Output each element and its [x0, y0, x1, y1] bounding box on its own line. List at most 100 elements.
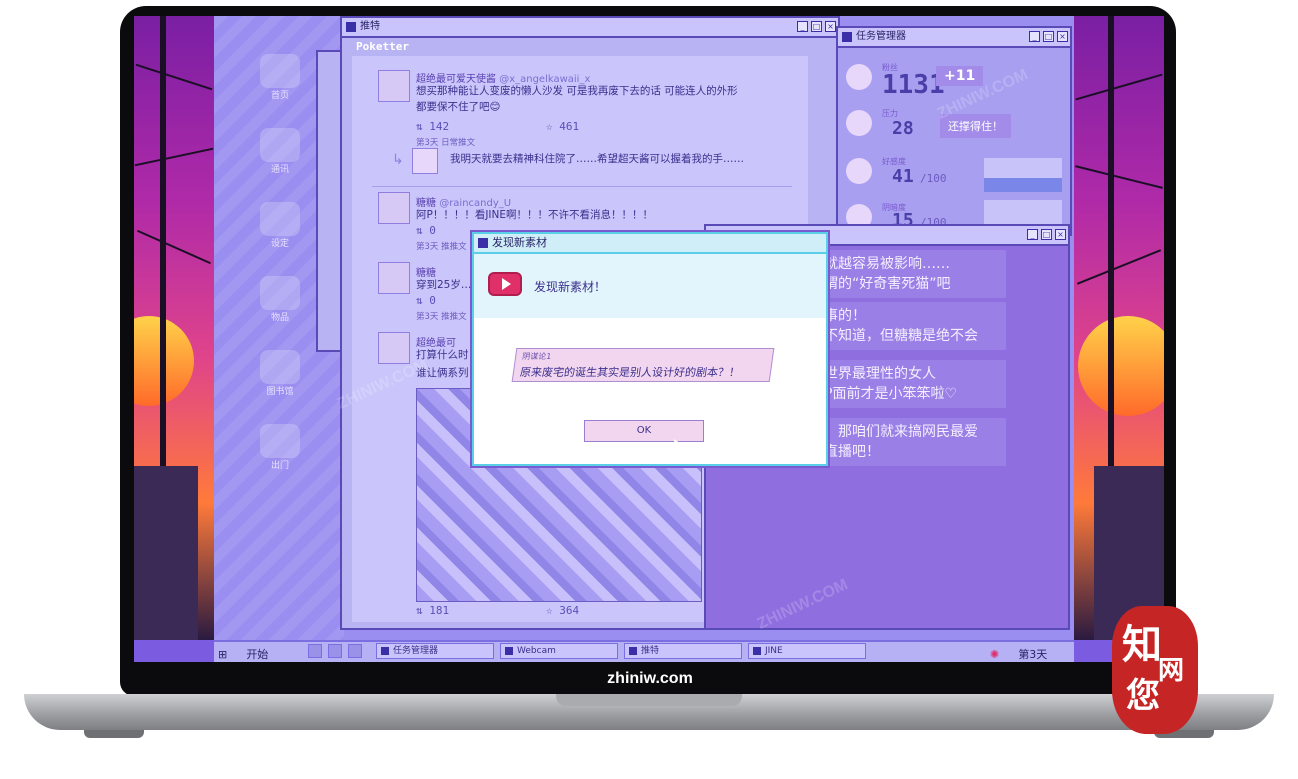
ok-button[interactable]: OK — [584, 420, 704, 442]
avatar — [378, 332, 410, 364]
post-author-name: 超绝最可 — [416, 338, 456, 349]
post-text: 穿到25岁… — [416, 279, 472, 291]
post-text: 都要保不住了吧😊 — [416, 101, 501, 113]
taskbar-item-poketter[interactable]: 推特 — [624, 643, 742, 659]
power-wire — [1076, 249, 1162, 285]
stat-max: /100 — [920, 172, 947, 185]
home-icon — [260, 54, 300, 88]
laptop-foot — [84, 730, 144, 738]
minimize-button[interactable]: _ — [1029, 31, 1040, 42]
star-icon: ☆ — [546, 120, 553, 133]
power-wire — [134, 147, 214, 167]
desktop-icon-home[interactable]: 首页 — [250, 54, 310, 101]
book-icon — [260, 350, 300, 384]
gear-icon — [260, 202, 300, 236]
camera-icon[interactable] — [328, 644, 342, 658]
desktop-icon-label: 通讯 — [270, 165, 289, 175]
building — [134, 466, 198, 640]
like-value: 461 — [559, 120, 580, 133]
stat-value: 41 — [892, 166, 914, 187]
post-meta: 第3天 日常推文 — [416, 138, 476, 148]
power-wire — [1075, 73, 1163, 101]
retweet-icon: ⇅ — [416, 604, 423, 617]
seal-char: 网 — [1158, 656, 1185, 686]
delta-bubble: +11 — [936, 66, 984, 86]
close-button[interactable]: × — [825, 21, 836, 32]
retweet-icon: ⇅ — [416, 120, 423, 133]
retweet-count[interactable]: ⇅ 181 — [416, 604, 449, 617]
taskbar-item-task-manager[interactable]: 任务管理器 — [376, 643, 494, 659]
desktop-icon-label: 出门 — [270, 461, 289, 471]
sunset-scenery-left — [134, 16, 214, 640]
chat-line: 不知道，但糖糖是绝不会 — [824, 328, 978, 344]
taskbar-item-label: Webcam — [517, 646, 556, 656]
maximize-button[interactable]: □ — [1043, 31, 1054, 42]
monitor-icon[interactable] — [348, 644, 362, 658]
retweet-icon: ⇅ — [416, 224, 423, 237]
play-triangle — [502, 278, 511, 290]
laptop-notch — [556, 694, 742, 706]
reply-avatar — [412, 148, 438, 174]
retweet-count[interactable]: ⇅ 0 — [416, 294, 436, 307]
avatar — [378, 262, 410, 294]
stat-icon — [846, 110, 872, 136]
like-count[interactable]: ☆ 461 — [546, 120, 579, 133]
desktop-icon-go-out[interactable]: 出门 — [250, 424, 310, 471]
taskbar-item-label: 推特 — [641, 646, 660, 656]
start-icon: ⊞ — [218, 648, 228, 661]
minimize-button[interactable]: _ — [1027, 229, 1038, 240]
desktop-icon-items[interactable]: 物品 — [250, 276, 310, 323]
chat-line: 直播吧！ — [824, 444, 880, 460]
chat-line: P面前才是小笨笨啦♡ — [824, 386, 957, 402]
stat-graph-fill — [984, 178, 1062, 192]
dialog-titlebar[interactable]: 发现新素材 — [474, 234, 826, 254]
post-author-name: 糖糖 — [416, 268, 436, 279]
desktop-icon-label: 图书馆 — [266, 387, 294, 397]
desktop-icon-label: 设定 — [270, 239, 289, 249]
maximize-button[interactable]: □ — [811, 21, 822, 32]
card-tag: 阴谋论1 — [521, 352, 552, 361]
window-title: 任务管理器 — [856, 31, 906, 42]
post-author: 超绝最可爱天使酱 @x_angelkawaii_x — [416, 70, 590, 85]
avatar — [378, 70, 410, 102]
stat-icon — [846, 64, 872, 90]
stat-graph — [984, 158, 1062, 192]
post-meta: 第3天 推推文 — [416, 312, 467, 322]
post-text: 想买那种能让人变废的懒人沙发 可是我再废下去的话 可能连人的外形 — [416, 85, 738, 97]
post-author: 糖糖 @raincandy_U — [416, 194, 511, 209]
power-wire — [137, 229, 211, 265]
sunset-scenery-right — [1074, 16, 1164, 640]
poketter-titlebar[interactable]: 推特 _ □ × — [342, 18, 838, 38]
door-icon — [260, 424, 300, 458]
task-manager-window: 任务管理器 _ □ × 粉丝 1131 +11 压力 28 还撑得住！ 好感度 … — [836, 26, 1072, 236]
taskbar-item-webcam[interactable]: Webcam — [500, 643, 618, 659]
retweet-value: 181 — [429, 604, 450, 617]
desktop-icon-label: 首页 — [270, 91, 289, 101]
chat-line: 就越容易被影响…… — [824, 256, 950, 272]
minimize-button[interactable]: _ — [797, 21, 808, 32]
retweet-value: 0 — [429, 224, 436, 237]
retweet-count[interactable]: ⇅ 142 — [416, 120, 449, 133]
task-manager-titlebar[interactable]: 任务管理器 _ □ × — [838, 28, 1070, 48]
retweet-icon: ⇅ — [416, 294, 423, 307]
desktop-icon-library[interactable]: 图书馆 — [250, 350, 310, 397]
new-material-dialog: 发现新素材 发现新素材！ 阴谋论1 原来废宅的诞生其实是别人设计好的剧本？！ O… — [472, 232, 828, 466]
window-icon — [346, 22, 356, 32]
start-button[interactable]: ⊞ 开始 — [218, 643, 288, 661]
desktop-icon-settings[interactable]: 设定 — [250, 202, 310, 249]
desktop-icon-chat[interactable]: 通讯 — [250, 128, 310, 175]
chat-line: ，那咱们就来搞网民最爱 — [824, 424, 978, 440]
retweet-count[interactable]: ⇅ 0 — [416, 224, 436, 237]
close-button[interactable]: × — [1055, 229, 1066, 240]
twitter-icon[interactable] — [308, 644, 322, 658]
taskbar-item-label: JINE — [765, 646, 783, 656]
maximize-button[interactable]: □ — [1041, 229, 1052, 240]
close-button[interactable]: × — [1057, 31, 1068, 42]
retweet-value: 0 — [429, 294, 436, 307]
like-count[interactable]: ☆ 364 — [546, 604, 579, 617]
post-meta: 第3天 推推文 — [416, 242, 467, 252]
chat-message: ，那咱们就来搞网民最爱 直播吧！ — [816, 418, 1006, 466]
window-icon — [505, 647, 513, 655]
taskbar-item-jine[interactable]: JINE — [748, 643, 866, 659]
chat-message: 世界最理性的女人 P面前才是小笨笨啦♡ — [816, 360, 1006, 408]
